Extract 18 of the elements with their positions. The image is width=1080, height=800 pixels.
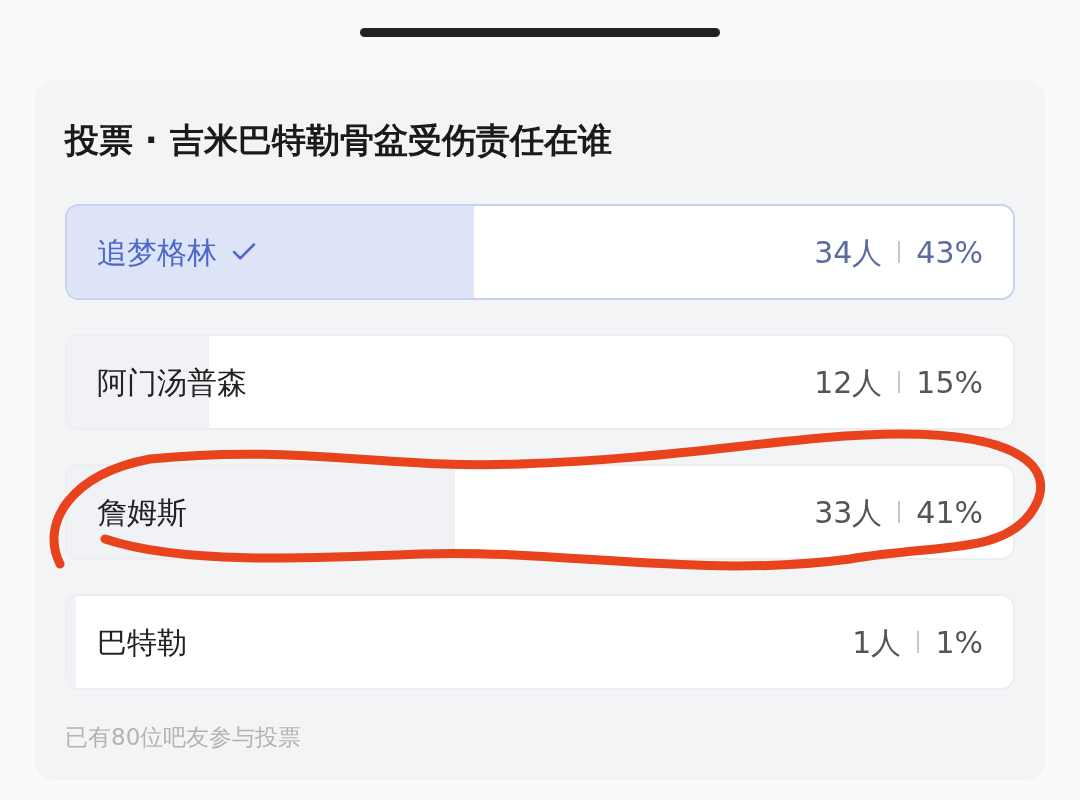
option-label: 詹姆斯 (97, 493, 187, 532)
option-label: 巴特勒 (97, 623, 187, 662)
vote-count: 1人 (852, 623, 902, 662)
vote-count: 34人 (814, 233, 883, 272)
participants-note: 已有80位吧友参与投票 (65, 723, 303, 752)
poll-option[interactable]: 阿门汤普森 12人 15% (65, 334, 1015, 430)
poll-option[interactable]: 巴特勒 1人 1% (65, 594, 1015, 690)
poll-title: 投票 · 吉米巴特勒骨盆受伤责任在谁 (65, 119, 613, 162)
vote-percent: 41% (916, 493, 983, 532)
vote-count: 33人 (814, 493, 883, 532)
vote-count: 12人 (814, 363, 883, 402)
vote-percent: 1% (935, 623, 983, 662)
vote-percent: 43% (916, 233, 983, 272)
vote-percent: 15% (916, 363, 983, 402)
poll-option[interactable]: 詹姆斯 33人 41% (65, 464, 1015, 560)
option-label: 阿门汤普森 (97, 363, 247, 402)
option-label: 追梦格林 (97, 233, 217, 272)
poll-option[interactable]: 追梦格林 34人 43% (65, 204, 1015, 300)
